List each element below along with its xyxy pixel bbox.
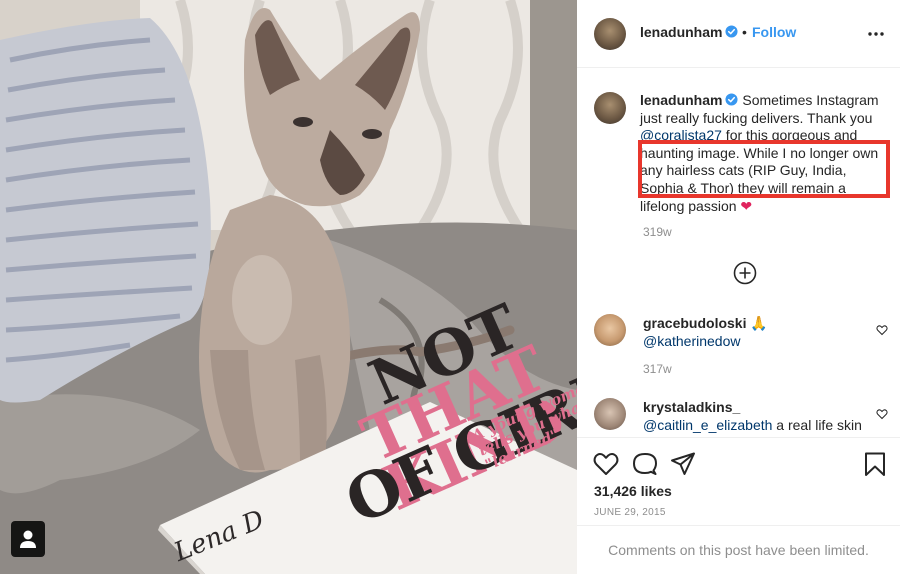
- bookmark-icon[interactable]: [862, 451, 888, 477]
- user-tag-icon: [20, 530, 36, 548]
- share-icon[interactable]: [670, 451, 696, 477]
- comment-emoji: 🙏: [750, 315, 768, 331]
- comment-item: gracebudoloski 🙏 @katherinedow: [643, 314, 883, 350]
- comments-limited-notice: Comments on this post have been limited.: [577, 525, 900, 574]
- likes-count[interactable]: 31,426 likes: [594, 483, 672, 499]
- separator-dot: •: [742, 24, 747, 40]
- heart-icon[interactable]: [593, 451, 619, 477]
- header-username-wrap[interactable]: lenadunham: [640, 24, 739, 42]
- comment-timestamp[interactable]: 317w: [643, 362, 672, 376]
- comment-avatar[interactable]: [594, 398, 626, 430]
- comment-username[interactable]: gracebudoloski: [643, 315, 746, 331]
- caption-mention[interactable]: @coralista27: [640, 127, 722, 143]
- load-more-icon[interactable]: [733, 261, 757, 285]
- comment-mention[interactable]: @katherinedow: [643, 333, 741, 349]
- comment-mention[interactable]: @caitlin_e_elizabeth: [643, 417, 772, 433]
- header-username[interactable]: lenadunham: [640, 24, 722, 40]
- caption-avatar[interactable]: [594, 92, 626, 124]
- post-caption: lenadunham Sometimes Instagram just real…: [640, 92, 890, 215]
- post-header: lenadunham • Follow: [577, 0, 900, 68]
- post-date[interactable]: JUNE 29, 2015: [594, 507, 666, 518]
- comment-icon[interactable]: [632, 451, 658, 477]
- follow-button[interactable]: Follow: [752, 24, 796, 40]
- caption-username[interactable]: lenadunham: [640, 92, 722, 108]
- comment-username[interactable]: krystaladkins_: [643, 399, 740, 415]
- comment-text: a real life skin: [772, 417, 862, 433]
- comment-like-icon[interactable]: [876, 324, 888, 336]
- comment-like-icon[interactable]: [876, 408, 888, 420]
- heart-emoji: ❤: [740, 197, 753, 214]
- caption-timestamp[interactable]: 319w: [643, 225, 672, 239]
- verified-badge-icon: [725, 25, 739, 38]
- user-tag-button[interactable]: [11, 521, 45, 557]
- verified-badge-icon: [725, 93, 739, 106]
- post-actions: 31,426 likes JUNE 29, 2015: [577, 437, 900, 525]
- comment-item: krystaladkins_ @caitlin_e_elizabeth a re…: [643, 398, 883, 434]
- post-side-panel: lenadunham • Follow lenadunham Sometimes…: [577, 0, 900, 574]
- comment-avatar[interactable]: [594, 314, 626, 346]
- more-options-icon[interactable]: [867, 26, 885, 42]
- avatar[interactable]: [594, 18, 626, 50]
- post-photo[interactable]: NOT THAT KIND OF GIRL A young woman tell…: [0, 0, 577, 574]
